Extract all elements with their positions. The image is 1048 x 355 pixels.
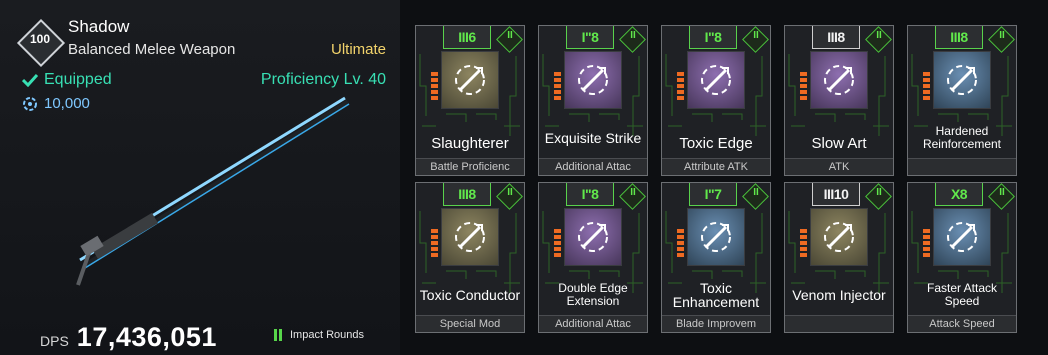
module-cost: III10 — [823, 186, 849, 202]
module-card[interactable]: III8 II Slow Art ATK — [784, 25, 894, 176]
ammo-label: Impact Rounds — [290, 329, 364, 341]
module-card[interactable]: I"8 II Double Edge Extension Additional Att… — [538, 182, 648, 333]
toxic-skull-icon — [441, 208, 499, 266]
module-grid: III6 II Slaughterer Battle Proficienc I"8 II E… — [415, 25, 1039, 335]
module-category: Blade Improvem — [662, 315, 770, 332]
module-cost-capsule: I"8 — [689, 26, 737, 49]
module-cost-capsule: III8 — [812, 26, 860, 49]
socket-symbol: II — [507, 187, 513, 198]
capacity-bars — [923, 72, 930, 100]
module-category: Battle Proficienc — [416, 158, 524, 175]
module-name: Faster Attack Speed — [926, 281, 998, 308]
capacity-bars — [554, 72, 561, 100]
checkmark-icon — [22, 73, 38, 87]
socket-symbol: II — [507, 30, 513, 41]
capacity-bars — [677, 229, 684, 257]
equipped-status: Equipped — [22, 71, 112, 89]
module-cost: III8 — [458, 186, 476, 202]
weapon-image — [76, 96, 350, 286]
module-card[interactable]: I"8 II Exquisite Strike Additional Attac — [538, 25, 648, 176]
module-cost: I"8 — [581, 186, 599, 202]
module-category: Additional Attac — [539, 158, 647, 175]
toxic-blade-icon — [687, 51, 745, 109]
module-category — [785, 315, 893, 332]
socket-symbol: II — [876, 30, 882, 41]
module-name: Hardened Reinforcement — [922, 124, 1002, 151]
module-cost: III8 — [950, 29, 968, 45]
equipped-label: Equipped — [44, 71, 112, 88]
module-card[interactable]: III10 II Venom Injector — [784, 182, 894, 333]
module-name: Slaughterer — [431, 135, 509, 152]
socket-symbol: II — [630, 187, 636, 198]
module-name: Exquisite Strike — [544, 130, 642, 146]
module-name: Toxic Conductor — [419, 287, 521, 303]
weapon-panel: 100 Shadow Balanced Melee Weapon Ultimat… — [0, 0, 400, 355]
capacity-bars — [677, 72, 684, 100]
module-name: Slow Art — [811, 135, 867, 152]
module-name: Venom Injector — [792, 287, 886, 303]
socket-symbol: II — [630, 30, 636, 41]
module-category: Attribute ATK — [662, 158, 770, 175]
weapon-grade: Ultimate — [330, 41, 386, 58]
ammo-type: Impact Rounds — [274, 329, 364, 341]
capacity-bars — [554, 229, 561, 257]
circular-arrows-icon — [810, 51, 868, 109]
module-cost-capsule: I"8 — [566, 183, 614, 206]
capacity-bars — [800, 72, 807, 100]
module-category: Attack Speed — [908, 315, 1016, 332]
capacity-bars — [431, 229, 438, 257]
module-cost-capsule: III8 — [935, 26, 983, 49]
double-blade-icon — [564, 208, 622, 266]
skull-sword-icon — [687, 208, 745, 266]
module-cost-capsule: III10 — [812, 183, 860, 206]
fast-sword-icon — [933, 208, 991, 266]
dps-display: DPS 17,436,051 — [40, 322, 217, 353]
socket-symbol: II — [999, 187, 1005, 198]
dps-label: DPS — [40, 333, 69, 349]
module-card[interactable]: III8 II Toxic Conductor Special Mod — [415, 182, 525, 333]
weapon-name: Shadow — [68, 17, 130, 36]
proficiency-level: Proficiency Lv. 40 — [260, 71, 386, 88]
module-cost-capsule: X8 — [935, 183, 983, 206]
module-cost-capsule: III8 — [443, 183, 491, 206]
currency-icon — [23, 96, 37, 111]
socket-symbol: II — [999, 30, 1005, 41]
ammo-icon — [274, 329, 282, 341]
sword-up-icon — [933, 51, 991, 109]
module-card[interactable]: III6 II Slaughterer Battle Proficienc — [415, 25, 525, 176]
module-cost: III6 — [458, 29, 476, 45]
capacity-bars — [923, 229, 930, 257]
module-category: ATK — [785, 158, 893, 175]
capacity-bars — [800, 229, 807, 257]
module-card[interactable]: X8 II Faster Attack Speed Attack Speed — [907, 182, 1017, 333]
module-card[interactable]: III8 II Hardened Reinforcement — [907, 25, 1017, 176]
cross-arrows-icon — [564, 51, 622, 109]
module-cost: I"8 — [704, 29, 722, 45]
socket-symbol: II — [753, 30, 759, 41]
module-card[interactable]: I"7 II Toxic Enhancement Blade Improvem — [661, 182, 771, 333]
socket-symbol: II — [876, 187, 882, 198]
module-cost: III8 — [827, 29, 845, 45]
rank-number: 100 — [29, 32, 51, 46]
module-cost: I"7 — [704, 186, 722, 202]
socket-symbol: II — [753, 187, 759, 198]
module-name: Double Edge Extension — [558, 281, 628, 308]
module-cost: X8 — [950, 186, 968, 202]
module-card[interactable]: I"8 II Toxic Edge Attribute ATK — [661, 25, 771, 176]
dps-value: 17,436,051 — [76, 322, 217, 352]
module-cost-capsule: III6 — [443, 26, 491, 49]
module-cost-capsule: I"7 — [689, 183, 737, 206]
module-name: Toxic Edge — [679, 135, 753, 152]
capacity-bars — [431, 72, 438, 100]
module-category: Special Mod — [416, 315, 524, 332]
module-category: Additional Attac — [539, 315, 647, 332]
module-cost: I"8 — [581, 29, 599, 45]
venom-slash-icon — [810, 208, 868, 266]
slash-arrows-icon — [441, 51, 499, 109]
module-cost-capsule: I"8 — [566, 26, 614, 49]
weapon-type: Balanced Melee Weapon — [68, 41, 236, 58]
module-name: Toxic Enhancement — [672, 280, 760, 310]
module-category — [908, 158, 1016, 175]
